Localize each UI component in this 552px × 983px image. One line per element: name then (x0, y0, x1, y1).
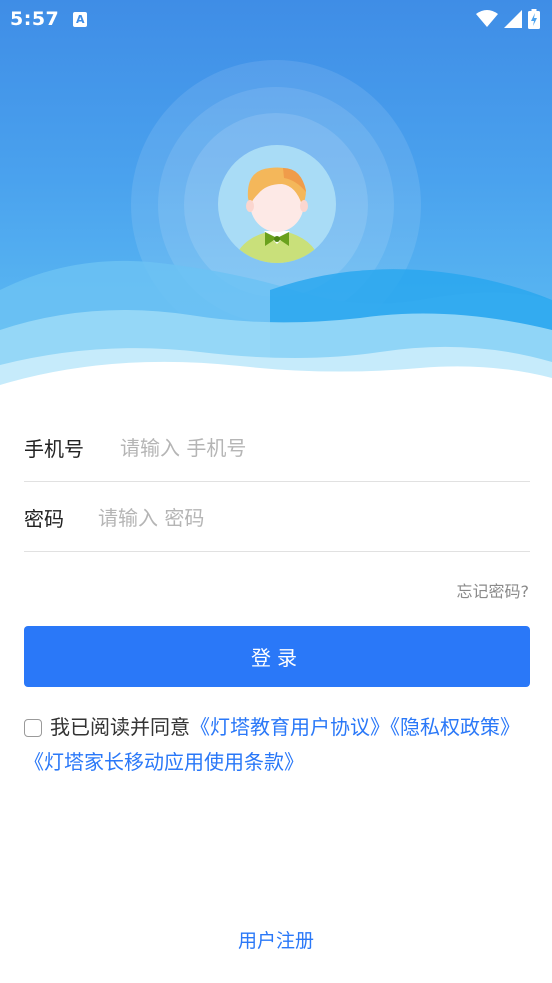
password-row: 密码 (24, 484, 530, 552)
agreement: 我已阅读并同意《灯塔教育用户协议》《隐私权政策》《灯塔家长移动应用使用条款》 (24, 710, 530, 780)
register-link[interactable]: 用户注册 (0, 926, 552, 953)
phone-label: 手机号 (24, 437, 84, 461)
forgot-password-link[interactable]: 忘记密码? (457, 578, 530, 602)
header-banner: 5:57 A (0, 0, 552, 400)
privacy-policy-link[interactable]: 《隐私权政策》 (390, 715, 520, 739)
notification-a-icon: A (73, 11, 88, 27)
agreement-checkbox[interactable] (24, 719, 42, 737)
password-input[interactable] (98, 505, 518, 530)
agreement-prefix: 我已阅读并同意 (50, 715, 190, 739)
password-label: 密码 (24, 507, 64, 531)
phone-input[interactable] (120, 435, 520, 460)
wifi-icon (476, 10, 498, 27)
status-bar: 5:57 A (0, 0, 552, 38)
status-time: 5:57 (10, 8, 60, 30)
header-illustration (0, 60, 552, 400)
terms-of-use-link[interactable]: 《灯塔家长移动应用使用条款》 (24, 750, 304, 774)
user-agreement-link[interactable]: 《灯塔教育用户协议》 (190, 715, 390, 739)
battery-charging-icon (528, 9, 540, 29)
login-button[interactable]: 登录 (24, 626, 530, 687)
phone-row: 手机号 (24, 414, 530, 482)
signal-icon (504, 10, 522, 28)
